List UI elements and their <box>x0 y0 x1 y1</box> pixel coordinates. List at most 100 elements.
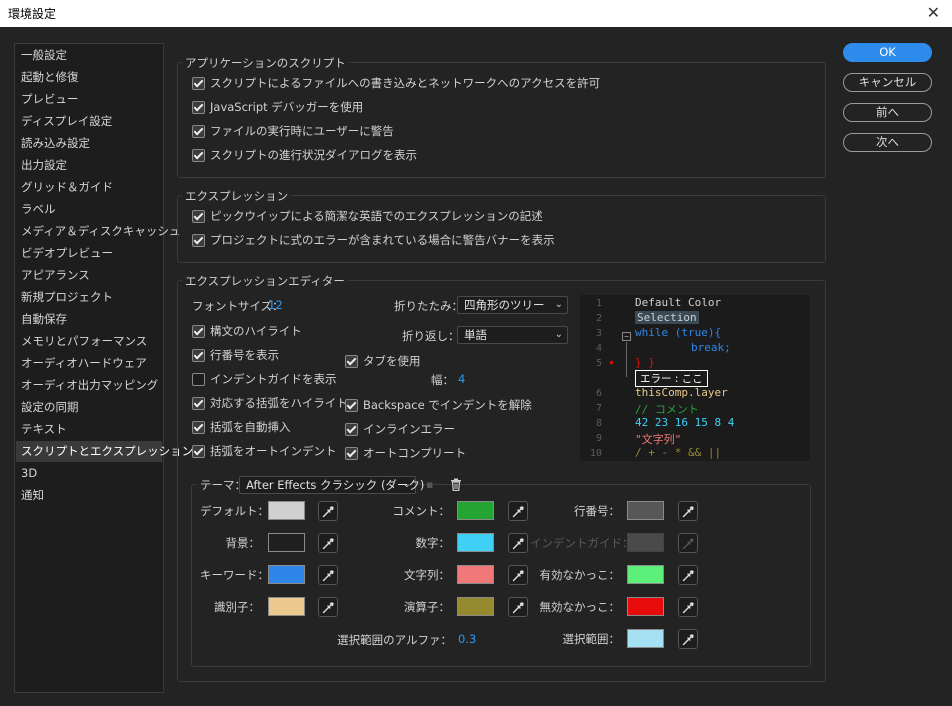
editor-option-checkbox[interactable]: 構文のハイライト <box>192 322 302 340</box>
line-number: 3 <box>595 328 602 339</box>
sidebar-item[interactable]: テキスト <box>16 419 162 440</box>
eyedropper-icon[interactable] <box>318 533 338 553</box>
save-theme-icon[interactable]: ▪ <box>426 479 438 491</box>
checkbox-checked-icon[interactable] <box>192 396 205 410</box>
editor-option-checkbox[interactable]: 行番号を表示 <box>192 346 279 364</box>
theme-color-label: 無効なかっこ： <box>539 600 621 614</box>
checkbox-checked-icon[interactable] <box>192 348 205 362</box>
trash-icon[interactable] <box>450 478 463 492</box>
checkbox-checked-icon[interactable] <box>192 444 205 458</box>
checkbox-checked-icon[interactable] <box>192 233 205 247</box>
font-size-value[interactable]: 12 <box>268 298 283 312</box>
checkbox-checked-icon[interactable] <box>192 148 205 162</box>
eyedropper-icon[interactable] <box>678 597 698 617</box>
eyedropper-icon[interactable] <box>318 597 338 617</box>
close-icon[interactable]: ✕ <box>927 3 940 22</box>
color-swatch[interactable] <box>627 629 664 648</box>
scripting-option-checkbox[interactable]: スクリプトの進行状況ダイアログを表示 <box>192 146 417 164</box>
editor-option-checkbox[interactable]: Backspace でインデントを解除 <box>345 396 532 414</box>
editor-option-checkbox[interactable]: 括弧を自動挿入 <box>192 418 291 436</box>
checkbox-checked-icon[interactable] <box>192 124 205 138</box>
checkbox-checked-icon[interactable] <box>192 420 205 434</box>
wrap-dropdown[interactable]: 単語 ⌄ <box>457 326 568 344</box>
sidebar-item[interactable]: 設定の同期 <box>16 397 162 418</box>
sidebar-item[interactable]: オーディオハードウェア <box>16 353 162 374</box>
color-swatch[interactable] <box>627 501 664 520</box>
color-swatch[interactable] <box>457 597 494 616</box>
sidebar-item[interactable]: 起動と修復 <box>16 67 162 88</box>
editor-option-checkbox[interactable]: インラインエラー <box>345 420 455 438</box>
eyedropper-icon[interactable] <box>678 565 698 585</box>
sidebar-item[interactable]: メディア＆ディスクキャッシュ <box>16 221 180 242</box>
theme-dropdown[interactable]: After Effects クラシック (ダーク) ⌄ <box>239 476 424 494</box>
color-swatch <box>627 533 664 552</box>
color-swatch[interactable] <box>457 501 494 520</box>
theme-color-label: 演算子： <box>404 600 450 614</box>
eyedropper-icon[interactable] <box>508 565 528 585</box>
color-swatch[interactable] <box>268 597 305 616</box>
expression-option-checkbox[interactable]: ピックウイップによる簡潔な英語でのエクスプレッションの記述 <box>192 207 543 225</box>
color-swatch[interactable] <box>268 565 305 584</box>
editor-option-checkbox[interactable]: タブを使用 <box>345 352 421 370</box>
scripting-option-checkbox[interactable]: スクリプトによるファイルへの書き込みとネットワークへのアクセスを許可 <box>192 74 600 92</box>
checkbox-checked-icon[interactable] <box>345 398 358 412</box>
eyedropper-icon[interactable] <box>508 501 528 521</box>
editor-option-checkbox-label: インラインエラー <box>363 422 455 436</box>
ok-button[interactable]: OK <box>843 43 932 62</box>
scripting-option-checkbox[interactable]: JavaScript デバッガーを使用 <box>192 98 363 116</box>
checkbox-unchecked-icon[interactable] <box>192 372 205 386</box>
scripting-option-checkbox[interactable]: ファイルの実行時にユーザーに警告 <box>192 122 394 140</box>
theme-color-label: キーワード： <box>200 568 269 582</box>
selection-alpha-value[interactable]: 0.3 <box>458 632 476 646</box>
checkbox-checked-icon[interactable] <box>192 100 205 114</box>
eyedropper-icon[interactable] <box>318 565 338 585</box>
sidebar-item[interactable]: 出力設定 <box>16 155 162 176</box>
checkbox-checked-icon[interactable] <box>192 76 205 90</box>
editor-option-checkbox[interactable]: 括弧をオートインデント <box>192 442 337 460</box>
sidebar-item[interactable]: 通知 <box>16 485 162 506</box>
sidebar-item[interactable]: 一般設定 <box>16 45 162 66</box>
editor-option-checkbox[interactable]: オートコンプリート <box>345 444 466 462</box>
sidebar-item[interactable]: プレビュー <box>16 89 162 110</box>
color-swatch[interactable] <box>627 597 664 616</box>
sidebar-item[interactable]: ディスプレイ設定 <box>16 111 162 132</box>
editor-option-checkbox[interactable]: インデントガイドを表示 <box>192 370 337 388</box>
eyedropper-icon[interactable] <box>678 501 698 521</box>
editor-option-checkbox[interactable]: 対応する括弧をハイライト <box>192 394 348 412</box>
expressions-group <box>177 195 826 263</box>
chevron-down-icon: ⌄ <box>402 479 411 490</box>
sidebar-item[interactable]: 自動保存 <box>16 309 162 330</box>
prev-button[interactable]: 前へ <box>843 103 932 122</box>
sidebar-item[interactable]: オーディオ出力マッピング <box>16 375 162 396</box>
color-swatch[interactable] <box>457 565 494 584</box>
color-swatch[interactable] <box>268 501 305 520</box>
checkbox-checked-icon[interactable] <box>192 324 205 338</box>
expression-option-checkbox[interactable]: プロジェクトに式のエラーが含まれている場合に警告バナーを表示 <box>192 231 555 249</box>
sidebar-item[interactable]: メモリとパフォーマンス <box>16 331 162 352</box>
code-preview: 1 2 3 4 5 6 7 8 9 10 − ➧ Default Color S… <box>580 295 810 461</box>
eyedropper-icon[interactable] <box>678 629 698 649</box>
sidebar-item[interactable]: 3D <box>16 463 162 484</box>
sidebar-item[interactable]: 新規プロジェクト <box>16 287 162 308</box>
checkbox-checked-icon[interactable] <box>345 422 358 436</box>
sidebar-item[interactable]: グリッド＆ガイド <box>16 177 162 198</box>
color-swatch[interactable] <box>457 533 494 552</box>
sidebar-item[interactable]: アピアランス <box>16 265 162 286</box>
sidebar-item[interactable]: ビデオプレビュー <box>16 243 162 264</box>
checkbox-checked-icon[interactable] <box>345 354 358 368</box>
eyedropper-icon[interactable] <box>318 501 338 521</box>
sidebar-item[interactable]: ラベル <box>16 199 162 220</box>
sidebar-item[interactable]: 読み込み設定 <box>16 133 162 154</box>
tab-width-value[interactable]: 4 <box>458 372 465 386</box>
checkbox-checked-icon[interactable] <box>192 209 205 223</box>
cancel-button[interactable]: キャンセル <box>843 73 932 92</box>
fold-dropdown[interactable]: 四角形のツリー ⌄ <box>457 296 568 314</box>
checkbox-checked-icon[interactable] <box>345 446 358 460</box>
eyedropper-icon[interactable] <box>508 533 528 553</box>
eyedropper-icon[interactable] <box>508 597 528 617</box>
theme-color-label: 識別子： <box>214 600 260 614</box>
sidebar-item[interactable]: スクリプトとエクスプレッション <box>16 441 193 462</box>
next-button[interactable]: 次へ <box>843 133 932 152</box>
color-swatch[interactable] <box>268 533 305 552</box>
color-swatch[interactable] <box>627 565 664 584</box>
